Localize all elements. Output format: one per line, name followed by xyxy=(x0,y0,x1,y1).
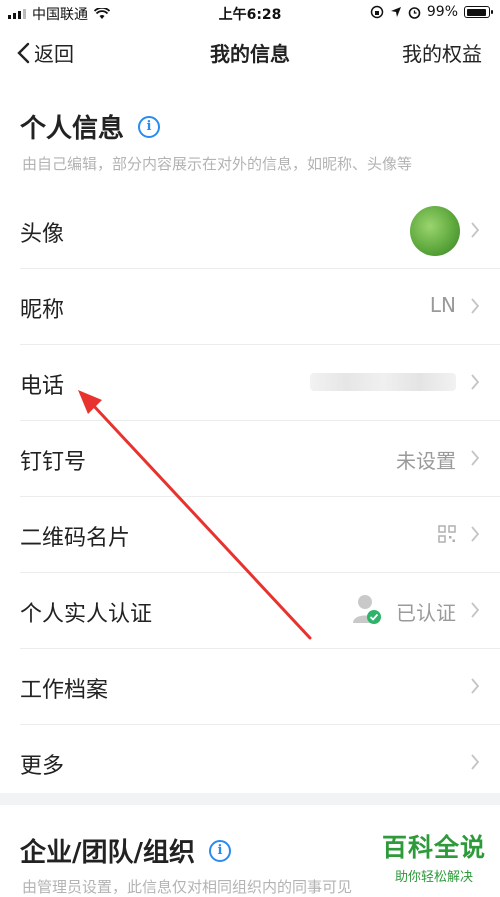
row-more[interactable]: 更多 xyxy=(20,725,500,800)
dingtalk-id-value: 未设置 xyxy=(396,449,456,473)
location-icon xyxy=(390,7,401,17)
info-icon[interactable]: i xyxy=(209,839,231,862)
nickname-value: LN xyxy=(429,293,456,317)
watermark-logo: 百科全说 助你轻松解决 xyxy=(382,828,486,885)
verified-user-icon xyxy=(353,595,381,624)
my-benefits-link[interactable]: 我的权益 xyxy=(402,38,482,67)
section-title-personal: 个人信息 i xyxy=(20,108,161,145)
chevron-right-icon xyxy=(471,222,480,238)
info-icon[interactable]: i xyxy=(138,115,161,138)
section-title-text: 个人信息 xyxy=(20,114,125,144)
row-label: 二维码名片 xyxy=(20,526,131,551)
row-label: 工作档案 xyxy=(20,678,109,703)
row-label: 钉钉号 xyxy=(20,450,87,475)
row-label: 电话 xyxy=(20,374,65,399)
row-label: 个人实人认证 xyxy=(20,602,153,627)
chevron-right-icon xyxy=(471,602,480,618)
section-description: 由管理员设置，此信息仅对相同组织内的同事可见 xyxy=(22,878,353,896)
row-label: 头像 xyxy=(20,222,65,247)
verification-status: 已认证 xyxy=(396,601,456,625)
nav-bar: 返回 我的信息 我的权益 xyxy=(0,26,500,76)
row-dingtalk-id[interactable]: 钉钉号 未设置 xyxy=(20,421,500,497)
personal-info-list: 头像 昵称 LN 电话 钉钉号 未设置 二维码名片 个人实人认证 已认证 工作档… xyxy=(0,193,500,800)
qr-code-icon xyxy=(438,525,456,543)
chevron-right-icon xyxy=(471,450,480,466)
section-divider xyxy=(0,793,500,805)
section-title-text: 企业/团队/组织 xyxy=(20,838,195,868)
status-bar: 中国联通 上午6:28 99% xyxy=(0,0,500,26)
chevron-right-icon xyxy=(471,526,480,542)
row-nickname[interactable]: 昵称 LN xyxy=(20,269,500,345)
chevron-right-icon xyxy=(471,678,480,694)
orientation-lock-icon xyxy=(370,5,384,19)
row-qr-card[interactable]: 二维码名片 xyxy=(20,497,500,573)
section-description: 由自己编辑，部分内容展示在对外的信息，如昵称、头像等 xyxy=(22,155,413,173)
alarm-icon xyxy=(408,6,421,19)
row-label: 更多 xyxy=(20,754,65,779)
row-work-profile[interactable]: 工作档案 xyxy=(20,649,500,725)
row-avatar[interactable]: 头像 xyxy=(20,193,500,269)
chevron-right-icon xyxy=(471,298,480,314)
row-label: 昵称 xyxy=(20,298,65,323)
battery-percent: 99% xyxy=(426,4,458,20)
avatar xyxy=(410,206,460,256)
chevron-right-icon xyxy=(471,754,480,770)
section-title-enterprise: 企业/团队/组织 i xyxy=(20,832,231,869)
battery-icon xyxy=(464,6,493,18)
phone-value-blurred xyxy=(310,373,456,391)
chevron-right-icon xyxy=(471,374,480,390)
watermark-subtitle: 助你轻松解决 xyxy=(394,870,473,885)
row-identity-verification[interactable]: 个人实人认证 已认证 xyxy=(20,573,500,649)
row-phone[interactable]: 电话 xyxy=(20,345,500,421)
watermark-title: 百科全说 xyxy=(381,833,486,862)
